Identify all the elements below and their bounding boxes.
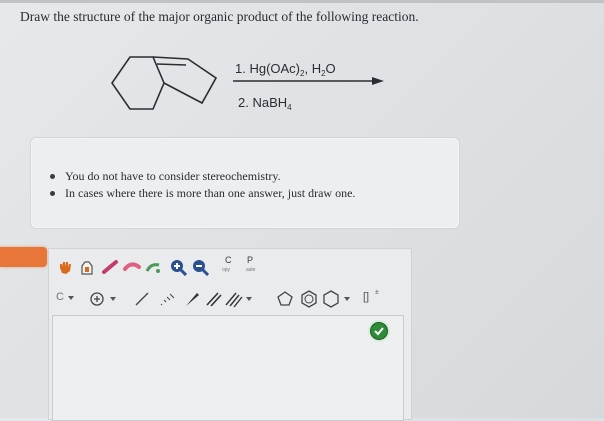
eraser-icon[interactable] [123,259,141,275]
charge-sup-label: ± [375,289,379,296]
chevron-down-icon [68,296,74,300]
clean-icon[interactable] [79,259,95,275]
triple-bond-dropdown[interactable] [225,290,255,308]
instructions-box: You do not have to consider stereochemis… [30,137,460,229]
reaction-step-2: 2. NaBH4 [238,95,292,112]
pencil-icon[interactable] [101,259,119,275]
hand-icon[interactable] [57,259,73,275]
editor-toolbar-top: C opy P aste [49,249,411,285]
add-charge-dropdown[interactable] [89,290,119,308]
charge-bracket-tool[interactable]: [] ± [361,289,387,309]
side-tab[interactable] [0,247,47,267]
carbon-atom-label: C [56,291,64,303]
double-bond-icon[interactable] [205,290,223,308]
editor-toolbar-bottom: C [] ± [49,285,411,313]
zoom-in-icon[interactable] [169,258,188,277]
benzene-icon[interactable] [299,289,319,309]
zoom-out-icon[interactable] [191,258,210,277]
single-bond-icon[interactable] [133,290,151,308]
paste-button[interactable]: P aste [239,255,265,279]
copy-letter: C [225,255,232,265]
window-top-edge [0,0,604,3]
instruction-stereochemistry: You do not have to consider stereochemis… [49,168,355,185]
confirm-button[interactable] [370,322,388,340]
checkmark-icon [374,327,384,336]
bracket-label: [] [363,291,370,303]
wedge-bond-icon[interactable] [183,290,201,308]
lasso-icon[interactable] [145,259,161,275]
paste-label: aste [246,267,256,273]
reaction-scheme: 1. Hg(OAc)2, H2O 2. NaBH4 [100,45,400,125]
cyclopentane-icon[interactable] [275,289,295,309]
instruction-one-answer: In cases where there is more than one an… [49,186,356,200]
drawing-canvas[interactable] [52,315,404,421]
reaction-arrow [233,77,384,85]
bicyclic-alkene-structure [111,56,218,110]
copy-button[interactable]: C opy [217,255,239,279]
hashed-bond-icon[interactable] [157,290,177,308]
paste-letter: P [247,255,254,265]
structure-editor: C opy P aste C [] ± [48,248,412,421]
question-prompt: Draw the structure of the major organic … [20,9,419,24]
carbon-atom-dropdown[interactable]: C [55,291,77,307]
reaction-step-1: 1. Hg(OAc)2, H2O [235,61,336,78]
copy-label: opy [222,267,231,273]
ring-templates-dropdown[interactable] [321,289,353,309]
